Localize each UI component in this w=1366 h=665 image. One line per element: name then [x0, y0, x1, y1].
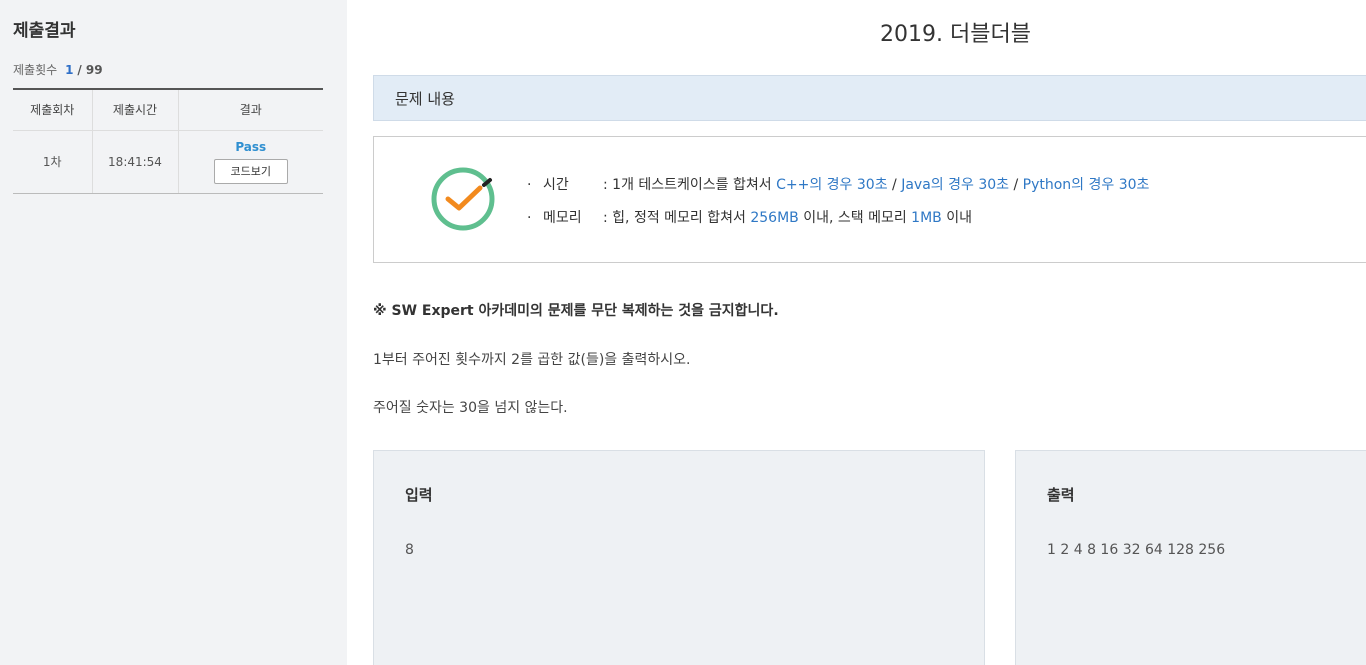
page: 제출결과 제출횟수 1 / 99 제출회차 제출시간 결과 1차 18:41:54… — [0, 0, 1366, 665]
memory-limit-heap: 256MB — [750, 210, 799, 226]
time-limit-row: · 시간 : 1개 테스트케이스를 합쳐서 C++의 경우 30초 / Java의 … — [527, 174, 1149, 194]
output-box: 출력 1 2 4 8 16 32 64 128 256 — [1015, 450, 1366, 665]
submission-count-label: 제출횟수 — [13, 63, 58, 77]
memory-limit-suffix: 이내 — [941, 210, 972, 226]
cell-result: Pass 코드보기 — [177, 130, 323, 194]
memory-limit-stack: 1MB — [911, 210, 942, 226]
submission-count-total: / 99 — [77, 63, 103, 77]
check-circle-icon — [431, 167, 495, 231]
time-limit-cpp: C++의 경우 30초 — [776, 177, 888, 193]
input-box: 입력 8 — [373, 450, 985, 665]
memory-limit-label: 메모리 — [543, 210, 582, 226]
submission-count-value: 1 — [65, 63, 74, 77]
time-limit-java: Java의 경우 30초 — [901, 177, 1010, 193]
time-limit-sep2: / — [1009, 177, 1023, 193]
table-row: 1차 18:41:54 Pass 코드보기 — [13, 130, 323, 194]
time-limit-python: Python의 경우 30초 — [1022, 177, 1150, 193]
limits-box: · 시간 : 1개 테스트케이스를 합쳐서 C++의 경우 30초 / Java의 … — [373, 136, 1366, 263]
bullet-dot: · — [527, 177, 532, 193]
input-value: 8 — [405, 542, 414, 558]
memory-limit-mid: 이내, 스택 메모리 — [798, 210, 912, 226]
submission-sidebar: 제출결과 제출횟수 1 / 99 제출회차 제출시간 결과 1차 18:41:54… — [0, 0, 347, 665]
time-limit-sep1: / — [887, 177, 902, 193]
result-status: Pass — [235, 139, 267, 154]
output-value: 1 2 4 8 16 32 64 128 256 — [1047, 542, 1226, 558]
problem-description-1: 1부터 주어진 횟수까지 2를 곱한 값(들)을 출력하시오. — [373, 352, 691, 368]
submission-count: 제출횟수 1 / 99 — [13, 61, 103, 78]
time-limit-label: 시간 — [543, 177, 569, 193]
header-round: 제출회차 — [13, 88, 92, 131]
problem-description-2: 주어질 숫자는 30을 넘지 않는다. — [373, 400, 568, 416]
cell-round: 1차 — [13, 130, 92, 194]
section-header-label: 문제 내용 — [395, 90, 455, 108]
table-header-row: 제출회차 제출시간 결과 — [13, 88, 323, 131]
bullet-dot: · — [527, 210, 532, 226]
submission-table: 제출회차 제출시간 결과 1차 18:41:54 Pass 코드보기 — [13, 88, 323, 194]
time-limit-prefix: : 1개 테스트케이스를 합쳐서 — [603, 177, 777, 193]
problem-title: 2019. 더블더블 — [880, 22, 1031, 47]
cell-time: 18:41:54 — [91, 130, 178, 194]
view-code-button[interactable]: 코드보기 — [213, 158, 288, 184]
section-header: 문제 내용 — [373, 75, 1366, 121]
sidebar-title: 제출결과 — [13, 21, 76, 41]
copyright-notice: ※ SW Expert 아카데미의 문제를 무단 복제하는 것을 금지합니다. — [373, 303, 779, 319]
header-time: 제출시간 — [91, 88, 178, 131]
memory-limit-row: · 메모리 : 힙, 정적 메모리 합쳐서 256MB 이내, 스택 메모리 1MB… — [527, 207, 972, 227]
output-title: 출력 — [1047, 486, 1075, 504]
memory-limit-prefix: : 힙, 정적 메모리 합쳐서 — [603, 210, 751, 226]
input-title: 입력 — [405, 486, 433, 504]
header-result: 결과 — [177, 88, 323, 131]
